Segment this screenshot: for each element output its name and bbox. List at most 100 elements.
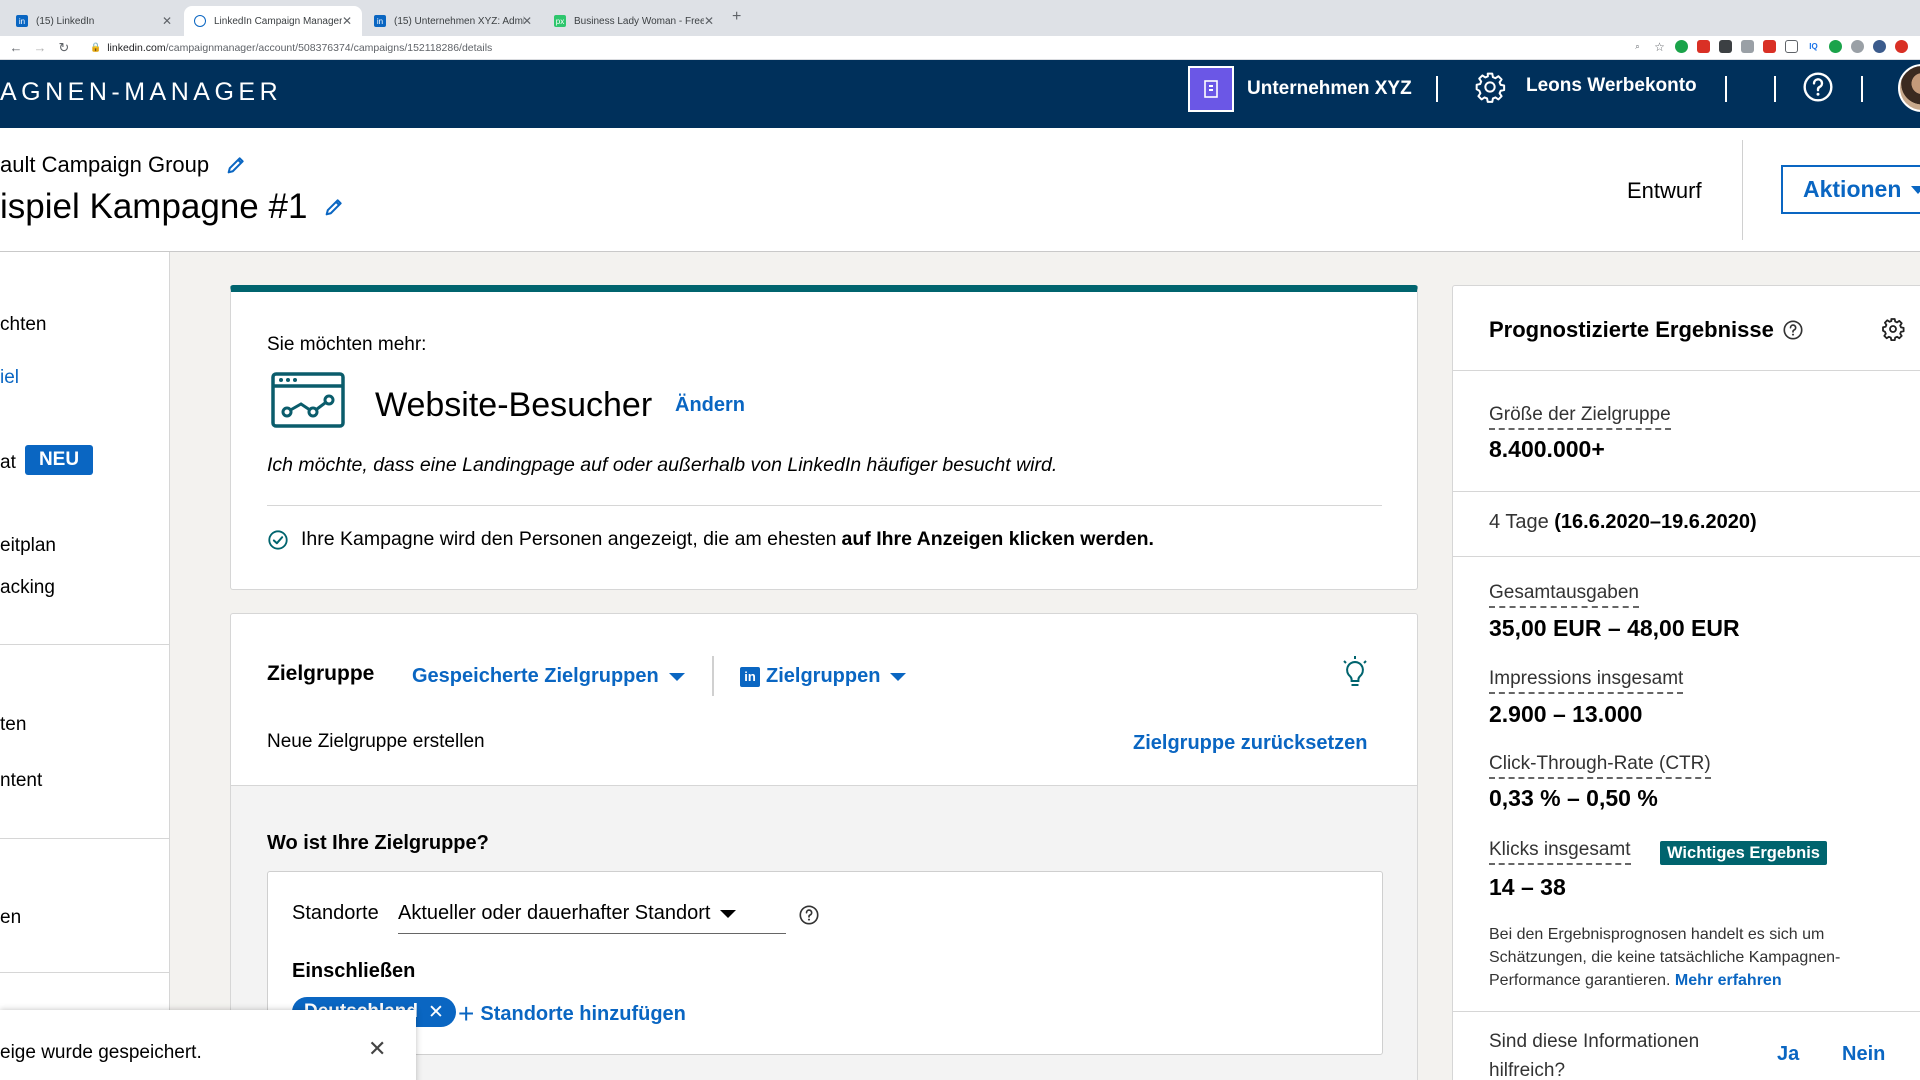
url-path: /campaignmanager/account/508376374/campa… [165, 41, 493, 54]
close-icon[interactable]: ✕ [342, 14, 352, 28]
brand-title: AGNEN-MANAGER [0, 78, 283, 106]
total-spend-label[interactable]: Gesamtausgaben [1489, 582, 1639, 608]
close-icon[interactable]: ✕ [704, 14, 714, 28]
avatar[interactable] [1898, 64, 1920, 112]
extension-green-icon[interactable] [1675, 40, 1688, 53]
location-type-select[interactable]: Aktueller oder dauerhafter Standort [398, 902, 786, 934]
extension-red-dot-icon[interactable] [1895, 40, 1908, 53]
settings-gear-icon[interactable] [1473, 70, 1507, 104]
extension-grammarly-icon[interactable] [1829, 40, 1842, 53]
help-icon[interactable] [1801, 70, 1835, 104]
profile-icon[interactable] [1873, 40, 1886, 53]
reload-icon[interactable]: ↻ [56, 40, 72, 56]
extension-gray-icon[interactable] [1741, 40, 1754, 53]
header-separator [1436, 76, 1438, 102]
close-icon[interactable]: ✕ [368, 1036, 386, 1062]
nav-item-benachrichtigungen[interactable]: chten [0, 314, 46, 336]
extension-red-icon[interactable] [1697, 40, 1710, 53]
browser-tab-pixabay[interactable]: px Business Lady Woman - Free p ✕ [544, 6, 724, 36]
browser-tab-company-admin[interactable]: in (15) Unternehmen XYZ: Admin ✕ [364, 6, 542, 36]
divider [1453, 491, 1920, 492]
linkedin-icon: in [740, 666, 760, 687]
campaign-manager-icon [194, 15, 206, 27]
helpful-question: Sind diese Informationen hilfreich? [1489, 1031, 1700, 1080]
chevron-down-icon [890, 672, 907, 681]
header-separator [1725, 76, 1727, 102]
nav-item-anzeigen[interactable]: ten [0, 714, 26, 736]
impressions-label[interactable]: Impressions insgesamt [1489, 668, 1684, 694]
building-icon [1204, 80, 1218, 98]
new-tab-icon[interactable]: + [732, 8, 741, 26]
back-icon[interactable]: ← [8, 40, 24, 55]
browser-tab-campaign-manager[interactable]: LinkedIn Campaign Manager ✕ [184, 6, 362, 36]
zoom-icon[interactable]: ⌕ [1631, 40, 1644, 53]
extension-dark-icon[interactable] [1719, 40, 1732, 53]
help-icon[interactable] [798, 904, 820, 931]
extension-red-square-icon[interactable] [1763, 40, 1776, 53]
include-label: Einschließen [292, 960, 416, 982]
edit-pencil-icon[interactable] [225, 154, 247, 176]
nav-item-format[interactable]: at [0, 452, 16, 474]
clicks-label[interactable]: Klicks insgesamt [1489, 839, 1631, 865]
forward-icon[interactable]: → [32, 40, 48, 55]
edit-pencil-icon[interactable] [323, 196, 345, 218]
browser-tab-linkedin[interactable]: in (15) LinkedIn ✕ [6, 6, 182, 36]
yes-button[interactable]: Ja [1777, 1043, 1799, 1066]
nav-item-zeitplan[interactable]: eitplan [0, 535, 56, 557]
extension-iq-icon[interactable]: IQ [1807, 40, 1820, 53]
chevron-down-icon [720, 909, 737, 918]
ad-account-name[interactable]: Leons Werbekonto [1526, 75, 1697, 97]
close-icon[interactable]: ✕ [522, 14, 532, 28]
key-result-badge: Wichtiges Ergebnis [1660, 841, 1827, 865]
change-objective-link[interactable]: Ändern [675, 394, 745, 417]
ctr-label[interactable]: Click-Through-Rate (CTR) [1489, 753, 1711, 779]
bookmark-star-icon[interactable]: ☆ [1653, 40, 1666, 54]
url-field[interactable]: 🔒 linkedin.com/campaignmanager/account/5… [90, 42, 492, 54]
nav-item-content[interactable]: ntent [0, 770, 42, 792]
pixabay-icon: px [554, 15, 566, 27]
left-navigation: chten iel at NEU eitplan acking ten nten… [0, 252, 170, 1080]
actions-button[interactable]: Aktionen [1781, 165, 1920, 214]
lightbulb-icon[interactable] [1341, 656, 1369, 695]
settings-gear-icon[interactable] [1881, 317, 1905, 346]
audience-title: Zielgruppe [267, 662, 375, 685]
saved-audiences-dropdown[interactable]: Gespeicherte Zielgruppen [412, 665, 685, 688]
clicks-value: 14 – 38 [1489, 874, 1566, 900]
chevron-down-icon [1911, 185, 1920, 194]
learn-more-link[interactable]: Mehr erfahren [1675, 972, 1782, 989]
help-icon [1783, 320, 1803, 340]
campaign-status: Entwurf [1627, 178, 1702, 203]
reset-audience-link[interactable]: Zielgruppe zurücksetzen [1133, 732, 1368, 755]
divider [712, 656, 714, 696]
extension-gray-round-icon[interactable] [1851, 40, 1864, 53]
campaign-name: ispiel Kampagne #1 [0, 187, 308, 226]
objective-title: Website-Besucher [375, 386, 653, 424]
nav-divider [0, 838, 170, 839]
nav-item-section[interactable]: en [0, 907, 21, 929]
linkedin-audiences-dropdown[interactable]: in Zielgruppen [740, 665, 907, 688]
divider [267, 505, 1382, 506]
extension-outline-icon[interactable] [1785, 40, 1798, 53]
linkedin-icon: in [16, 15, 28, 27]
nav-divider [0, 972, 170, 973]
nav-item-tracking[interactable]: acking [0, 577, 55, 599]
address-bar: ← → ↻ 🔒 linkedin.com/campaignmanager/acc… [0, 36, 1920, 60]
tab-label: Business Lady Woman - Free p [574, 15, 704, 27]
audience-size-label[interactable]: Größe der Zielgruppe [1489, 404, 1671, 430]
company-logo[interactable] [1188, 66, 1234, 112]
close-icon[interactable]: ✕ [428, 1001, 444, 1024]
company-name[interactable]: Unternehmen XYZ [1247, 78, 1412, 100]
add-locations-button[interactable]: + Standorte hinzufügen [458, 1000, 686, 1028]
note-text-bold: auf Ihre Anzeigen klicken werden. [841, 528, 1154, 550]
duration-range: (16.6.2020–19.6.2020) [1554, 511, 1757, 533]
nav-item-ziel[interactable]: iel [0, 367, 19, 389]
no-button[interactable]: Nein [1842, 1043, 1885, 1066]
browser-tab-bar: in (15) LinkedIn ✕ LinkedIn Campaign Man… [0, 0, 1920, 36]
create-audience-link[interactable]: Neue Zielgruppe erstellen [267, 731, 485, 753]
disclaimer-text: Bei den Ergebnisprognosen handelt es sic… [1489, 926, 1841, 989]
close-icon[interactable]: ✕ [162, 14, 172, 28]
location-type-value: Aktueller oder dauerhafter Standort [398, 902, 711, 924]
header-separator [1774, 76, 1776, 102]
objective-card: Sie möchten mehr: Website-Besucher Änder… [230, 285, 1418, 590]
campaign-subheader: ault Campaign Group ispiel Kampagne #1 E… [0, 128, 1920, 252]
